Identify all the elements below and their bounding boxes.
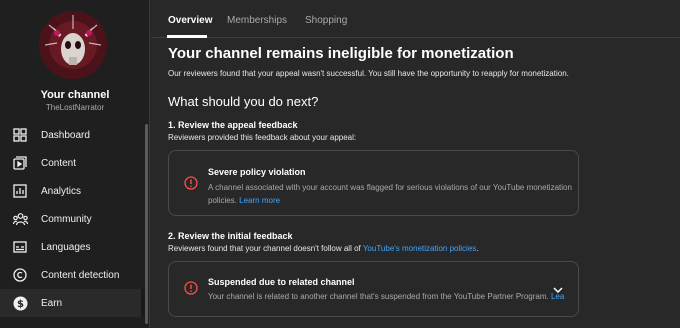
- content-icon: [12, 155, 28, 171]
- sidebar-item-label: Content detection: [41, 269, 120, 281]
- sidebar-item-earn[interactable]: $ Earn: [0, 289, 146, 317]
- step2-desc: Reviewers found that your channel doesn'…: [168, 244, 479, 253]
- sidebar-item-content[interactable]: Content: [0, 149, 146, 177]
- sidebar-item-languages[interactable]: Languages: [0, 233, 146, 261]
- monetization-policies-link[interactable]: YouTube's monetization policies: [363, 244, 476, 253]
- sidebar-item-label: Community: [41, 213, 92, 225]
- sidebar-item-label: Analytics: [41, 185, 82, 197]
- initial-feedback-card[interactable]: Suspended due to related channel Your ch…: [168, 261, 579, 317]
- sidebar-nav: Dashboard Content Analytics Community La…: [0, 121, 146, 317]
- tab-overview[interactable]: Overview: [168, 15, 212, 26]
- appeal-feedback-card: Severe policy violation A channel associ…: [168, 150, 579, 216]
- sidebar-scrollbar[interactable]: [145, 124, 148, 324]
- sidebar-item-label: Content: [41, 157, 77, 169]
- tab-bar: Overview Memberships Shopping: [151, 0, 680, 38]
- next-steps-heading: What should you do next?: [168, 94, 319, 109]
- card-title: Suspended due to related channel: [208, 277, 355, 287]
- warning-icon: [184, 281, 198, 295]
- sidebar-item-label: Earn: [41, 297, 63, 309]
- page-title: Your channel remains ineligible for mone…: [168, 45, 514, 62]
- warning-icon: [184, 176, 198, 190]
- step1-desc: Reviewers provided this feedback about y…: [168, 133, 357, 142]
- step1-title: 1. Review the appeal feedback: [168, 120, 298, 130]
- community-icon: [12, 211, 28, 227]
- tab-memberships[interactable]: Memberships: [227, 15, 287, 26]
- channel-handle: TheLostNarrator: [45, 103, 105, 112]
- main-panel: Overview Memberships Shopping Your chann…: [151, 0, 680, 328]
- copyright-icon: [12, 267, 28, 283]
- tab-shopping[interactable]: Shopping: [305, 15, 347, 26]
- svg-text:$: $: [17, 299, 24, 310]
- step2-title: 2. Review the initial feedback: [168, 231, 293, 241]
- sidebar-item-community[interactable]: Community: [0, 205, 146, 233]
- sidebar-item-content-detection[interactable]: Content detection: [0, 261, 146, 289]
- languages-icon: [12, 239, 28, 255]
- sidebar-item-dashboard[interactable]: Dashboard: [0, 121, 146, 149]
- sidebar-item-label: Languages: [41, 241, 91, 253]
- active-tab-indicator: [167, 35, 207, 38]
- sidebar-item-analytics[interactable]: Analytics: [0, 177, 146, 205]
- sidebar: Your channel TheLostNarrator Dashboard C…: [0, 0, 150, 328]
- learn-more-link[interactable]: Learn more: [239, 196, 280, 205]
- card-text: A channel associated with your account w…: [208, 183, 572, 205]
- dashboard-icon: [12, 127, 28, 143]
- page-subtitle: Our reviewers found that your appeal was…: [168, 69, 569, 78]
- earn-icon: $: [12, 295, 28, 311]
- channel-title: Your channel: [40, 89, 110, 101]
- card-text: Your channel is related to another chann…: [208, 292, 565, 301]
- chevron-down-icon[interactable]: [552, 283, 564, 295]
- channel-avatar[interactable]: [39, 11, 107, 79]
- sidebar-item-label: Dashboard: [41, 129, 90, 141]
- card-title: Severe policy violation: [208, 167, 306, 177]
- analytics-icon: [12, 183, 28, 199]
